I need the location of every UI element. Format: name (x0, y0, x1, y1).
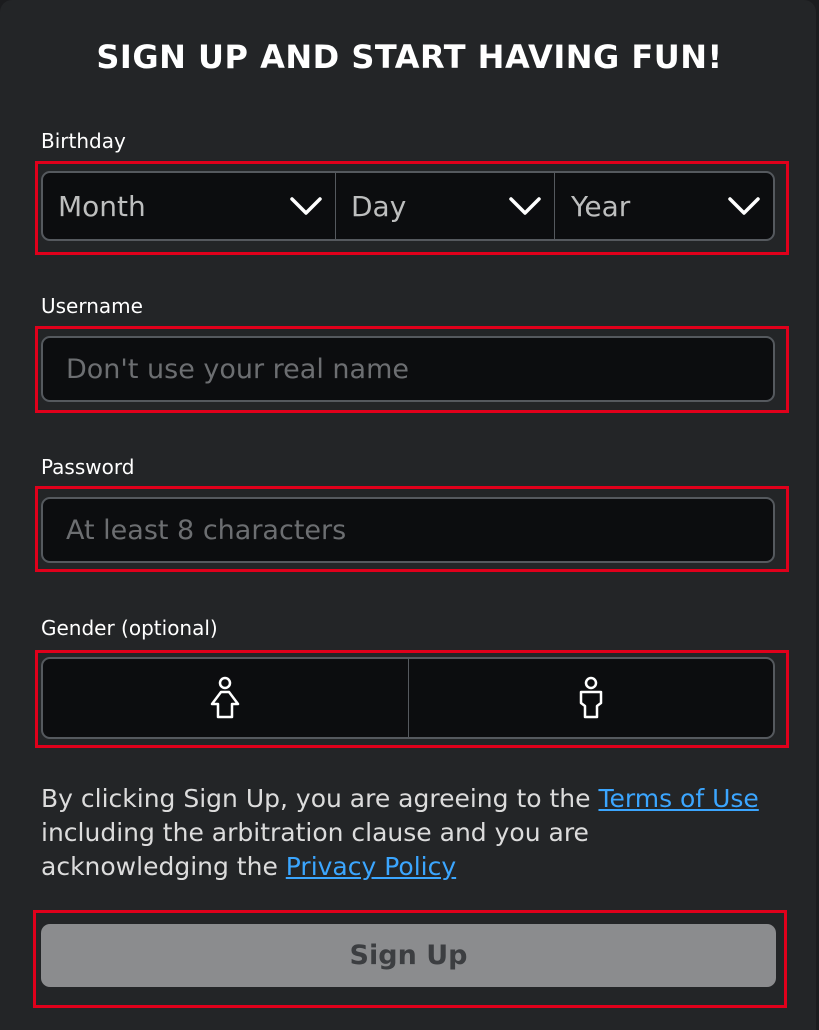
username-field-container (41, 336, 775, 402)
month-dropdown[interactable]: Month (43, 173, 335, 239)
month-dropdown-value: Month (58, 189, 146, 223)
gender-male-button[interactable] (407, 659, 774, 737)
terms-of-use-link[interactable]: Terms of Use (598, 784, 758, 813)
legal-notice: By clicking Sign Up, you are agreeing to… (41, 782, 781, 884)
birthday-label: Birthday (41, 129, 126, 153)
password-field-container (41, 497, 775, 563)
gender-selector (41, 657, 775, 739)
page-title: SIGN UP AND START HAVING FUN! (96, 38, 723, 76)
privacy-policy-link[interactable]: Privacy Policy (286, 852, 456, 881)
chevron-down-icon (509, 197, 541, 215)
signup-panel: SIGN UP AND START HAVING FUN! Birthday M… (0, 0, 816, 1030)
year-dropdown[interactable]: Year (554, 173, 773, 239)
chevron-down-icon (728, 197, 760, 215)
day-dropdown[interactable]: Day (335, 173, 554, 239)
signup-button[interactable]: Sign Up (41, 924, 776, 987)
birthday-selector: Month Day Year (41, 171, 775, 241)
gender-label: Gender (optional) (41, 616, 218, 640)
username-label: Username (41, 294, 143, 318)
password-label: Password (41, 455, 135, 479)
chevron-down-icon (290, 197, 322, 215)
day-dropdown-value: Day (351, 189, 407, 223)
legal-prefix: By clicking Sign Up, you are agreeing to… (41, 784, 599, 813)
male-icon (579, 676, 602, 719)
password-input[interactable] (66, 514, 746, 546)
female-icon (211, 676, 240, 719)
year-dropdown-value: Year (571, 189, 631, 223)
username-input[interactable] (66, 353, 746, 385)
gender-female-button[interactable] (43, 659, 408, 737)
